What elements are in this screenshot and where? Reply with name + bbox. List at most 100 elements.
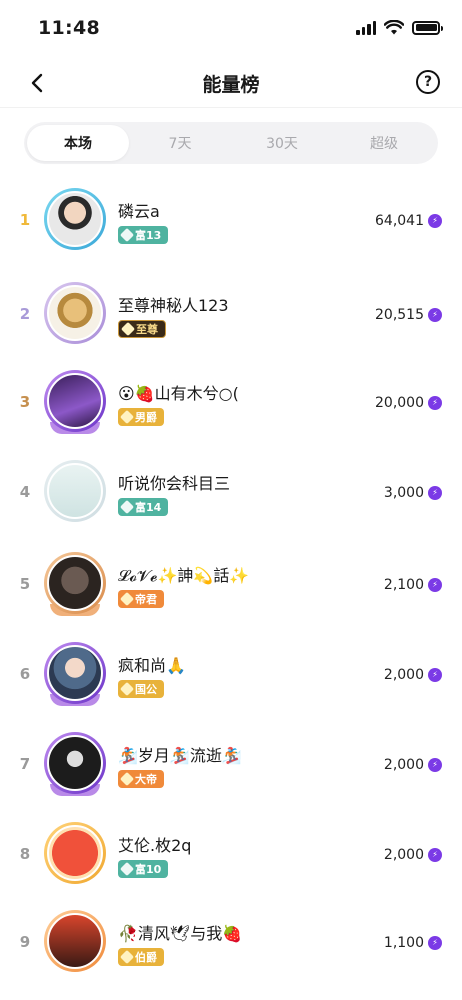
badge-gem-icon [119, 227, 135, 243]
energy-score: 20,515 [375, 307, 424, 323]
status-bar: 11:48 [0, 0, 462, 58]
rank-row[interactable]: 1 磷云a 富13 64,041 [0, 178, 462, 266]
user-name: 艾伦.枚2q [118, 836, 192, 855]
rank-number: 2 [19, 305, 31, 323]
badge-label: 富13 [135, 229, 162, 242]
badge-label: 男爵 [135, 411, 157, 424]
rank-row[interactable]: 9 🥀清风🕊与我🍓 伯爵 1,100 [0, 900, 462, 988]
rank-number: 1 [19, 211, 31, 229]
badge-gem-icon [119, 409, 135, 425]
level-badge: 伯爵 [118, 948, 164, 966]
level-badge: 帝君 [118, 590, 164, 608]
badge-label: 至尊 [136, 323, 158, 336]
energy-score: 1,100 [383, 935, 424, 951]
avatar-frame[interactable] [44, 188, 106, 250]
rank-row[interactable]: 5 𝓛𝓸𝓥𝓮✨訷💫話✨ 帝君 2,100 [0, 542, 462, 630]
energy-bolt-icon [428, 668, 442, 682]
level-badge: 富13 [118, 226, 169, 244]
energy-bolt-icon [428, 936, 442, 950]
signal-icon [356, 20, 376, 35]
badge-label: 帝君 [135, 593, 157, 606]
rank-row[interactable]: 6 疯和尚🙏 国公 2,000 [0, 632, 462, 720]
avatar [47, 825, 103, 881]
rank-number: 3 [19, 393, 31, 411]
avatar-frame[interactable] [44, 910, 106, 972]
rank-row[interactable]: 8 艾伦.枚2q 富10 2,000 [0, 812, 462, 900]
energy-score: 3,000 [383, 485, 424, 501]
user-name: 磷云a [118, 202, 160, 221]
rank-number: 4 [19, 483, 31, 501]
energy-bolt-icon [428, 758, 442, 772]
badge-label: 伯爵 [135, 951, 157, 964]
avatar-frame[interactable] [44, 822, 106, 884]
badge-gem-icon [119, 771, 135, 787]
rank-row[interactable]: 4 听说你会科目三富14 3,000 [0, 450, 462, 538]
avatar-frame[interactable] [44, 642, 106, 704]
energy-bolt-icon [428, 578, 442, 592]
user-name: 至尊神秘人123 [118, 296, 229, 315]
nav-bar: 能量榜 ? [0, 58, 462, 108]
avatar [47, 463, 103, 519]
energy-score: 2,000 [383, 667, 424, 683]
energy-bolt-icon [428, 214, 442, 228]
energy-score: 2,000 [383, 847, 424, 863]
badge-gem-icon [119, 681, 135, 697]
level-badge: 大帝 [118, 770, 164, 788]
avatar [47, 913, 103, 969]
energy-score: 20,000 [375, 395, 424, 411]
period-tabs: 本场 7天 30天 超级 [24, 122, 438, 164]
level-badge: 至尊 [118, 320, 166, 338]
user-name: 听说你会科目三 [118, 474, 231, 493]
level-badge: 男爵 [118, 408, 164, 426]
energy-bolt-icon [428, 396, 442, 410]
avatar-frame[interactable] [44, 282, 106, 344]
user-name: 😮🍓山有木兮○( [118, 384, 239, 403]
badge-gem-icon [119, 949, 135, 965]
battery-icon [412, 20, 443, 35]
badge-gem-icon [119, 591, 135, 607]
question-circle-icon: ? [423, 74, 433, 90]
energy-score: 2,000 [383, 757, 424, 773]
status-time: 11:48 [38, 17, 100, 39]
avatar [47, 645, 103, 701]
avatar [47, 191, 103, 247]
badge-label: 富10 [135, 863, 162, 876]
rank-number: 6 [19, 665, 31, 683]
rank-number: 9 [19, 933, 31, 951]
tab-30-days[interactable]: 30天 [231, 125, 333, 161]
badge-label: 国公 [135, 683, 157, 696]
rank-row[interactable]: 2 至尊神秘人123 至尊 20,515 [0, 272, 462, 360]
badge-gem-icon [119, 499, 135, 515]
avatar [47, 555, 103, 611]
badge-gem-icon [120, 321, 136, 337]
energy-bolt-icon [428, 848, 442, 862]
tab-super[interactable]: 超级 [333, 125, 435, 161]
avatar-frame[interactable] [44, 732, 106, 794]
user-name: 🥀清风🕊与我🍓 [118, 924, 243, 943]
energy-bolt-icon [428, 308, 442, 322]
level-badge: 国公 [118, 680, 164, 698]
badge-gem-icon [119, 861, 135, 877]
rank-number: 5 [19, 575, 31, 593]
user-name: 𝓛𝓸𝓥𝓮✨訷💫話✨ [118, 566, 250, 585]
user-name: 疯和尚🙏 [118, 656, 186, 675]
user-name: 🏂岁月🏂流逝🏂 [118, 746, 242, 765]
page-title: 能量榜 [202, 74, 260, 96]
help-button[interactable]: ? [416, 70, 440, 94]
avatar [47, 373, 103, 429]
rank-row[interactable]: 3 😮🍓山有木兮○( 男爵 20,000 [0, 360, 462, 448]
energy-bolt-icon [428, 486, 442, 500]
status-icons [356, 20, 443, 35]
badge-label: 富14 [135, 501, 162, 514]
tab-current-session[interactable]: 本场 [27, 125, 129, 161]
avatar-frame[interactable] [44, 370, 106, 432]
level-badge: 富14 [118, 498, 169, 516]
badge-label: 大帝 [135, 773, 157, 786]
avatar [47, 285, 103, 341]
energy-score: 2,100 [383, 577, 424, 593]
tab-7-days[interactable]: 7天 [129, 125, 231, 161]
rank-number: 8 [19, 845, 31, 863]
rank-row[interactable]: 7 🏂岁月🏂流逝🏂 大帝 2,000 [0, 722, 462, 810]
avatar-frame[interactable] [44, 552, 106, 614]
avatar-frame[interactable] [44, 460, 106, 522]
